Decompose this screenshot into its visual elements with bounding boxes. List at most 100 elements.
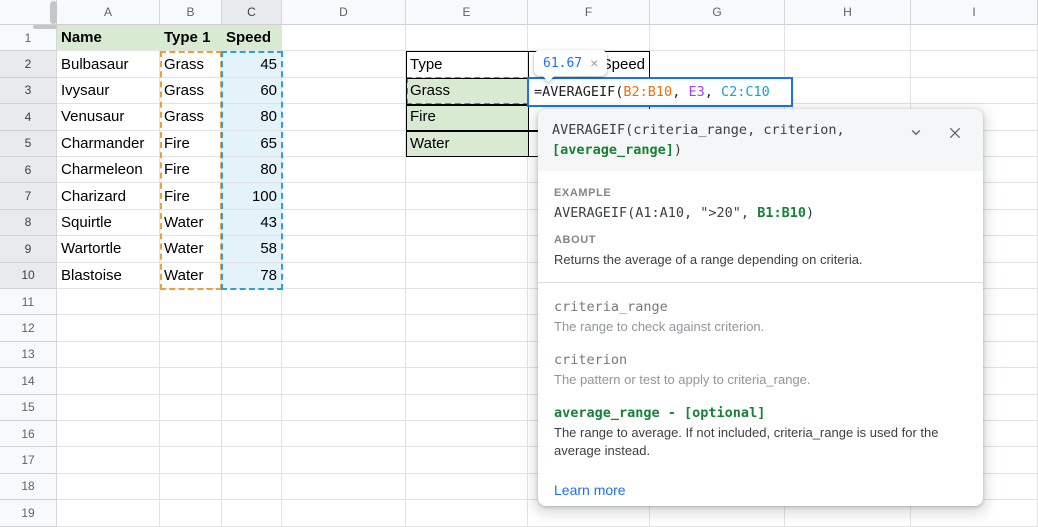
cell-B9[interactable]: Water — [160, 236, 222, 262]
cell-E3[interactable]: Grass — [406, 78, 528, 104]
cell-C6[interactable]: 80 — [222, 157, 282, 183]
row-header-15[interactable]: 15 — [0, 395, 57, 421]
cell-E6[interactable] — [406, 157, 528, 183]
cell-C17[interactable] — [222, 447, 282, 473]
row-header-6[interactable]: 6 — [0, 157, 57, 183]
cell-D13[interactable] — [282, 342, 406, 368]
cell-C4[interactable]: 80 — [222, 104, 282, 130]
freeze-row-handle[interactable] — [33, 25, 57, 29]
cell-B2[interactable]: Grass — [160, 51, 222, 77]
cell-A17[interactable] — [57, 447, 160, 473]
cell-B4[interactable]: Grass — [160, 104, 222, 130]
cell-E14[interactable] — [406, 368, 528, 394]
cell-D6[interactable] — [282, 157, 406, 183]
cell-G1[interactable] — [650, 25, 785, 51]
cell-D3[interactable] — [282, 78, 406, 104]
cell-E11[interactable] — [406, 289, 528, 315]
cell-B19[interactable] — [160, 500, 222, 526]
cell-D7[interactable] — [282, 183, 406, 209]
cell-A4[interactable]: Venusaur — [57, 104, 160, 130]
cell-E18[interactable] — [406, 474, 528, 500]
cell-E4[interactable]: Fire — [406, 104, 528, 130]
cell-C1[interactable]: Speed — [222, 25, 282, 51]
cell-F1[interactable] — [528, 25, 650, 51]
column-header-I[interactable]: I — [911, 0, 1038, 25]
corner-select-all[interactable] — [0, 0, 57, 25]
row-header-5[interactable]: 5 — [0, 131, 57, 157]
cell-C5[interactable]: 65 — [222, 131, 282, 157]
chevron-down-icon[interactable] — [907, 123, 925, 141]
cell-E10[interactable] — [406, 263, 528, 289]
cell-A7[interactable]: Charizard — [57, 183, 160, 209]
cell-B12[interactable] — [160, 315, 222, 341]
cell-B15[interactable] — [160, 395, 222, 421]
cell-A15[interactable] — [57, 395, 160, 421]
cell-D5[interactable] — [282, 131, 406, 157]
cell-A5[interactable]: Charmander — [57, 131, 160, 157]
cell-D16[interactable] — [282, 421, 406, 447]
learn-more-link[interactable]: Learn more — [554, 482, 626, 498]
cell-C12[interactable] — [222, 315, 282, 341]
cell-A10[interactable]: Blastoise — [57, 263, 160, 289]
cell-E15[interactable] — [406, 395, 528, 421]
cell-H2[interactable] — [785, 51, 911, 77]
cell-B7[interactable]: Fire — [160, 183, 222, 209]
cell-A3[interactable]: Ivysaur — [57, 78, 160, 104]
cell-C3[interactable]: 60 — [222, 78, 282, 104]
cell-E19[interactable] — [406, 500, 528, 526]
cell-A16[interactable] — [57, 421, 160, 447]
cell-E9[interactable] — [406, 236, 528, 262]
column-header-F[interactable]: F — [528, 0, 650, 25]
column-header-C[interactable]: C — [222, 0, 282, 25]
cell-A8[interactable]: Squirtle — [57, 210, 160, 236]
cell-B1[interactable]: Type 1 — [160, 25, 222, 51]
cell-H1[interactable] — [785, 25, 911, 51]
cell-D9[interactable] — [282, 236, 406, 262]
cell-C8[interactable]: 43 — [222, 210, 282, 236]
cell-B6[interactable]: Fire — [160, 157, 222, 183]
cell-E17[interactable] — [406, 447, 528, 473]
cell-B16[interactable] — [160, 421, 222, 447]
cell-D8[interactable] — [282, 210, 406, 236]
cell-B18[interactable] — [160, 474, 222, 500]
cell-C19[interactable] — [222, 500, 282, 526]
cell-E13[interactable] — [406, 342, 528, 368]
cell-C18[interactable] — [222, 474, 282, 500]
cell-C11[interactable] — [222, 289, 282, 315]
row-header-7[interactable]: 7 — [0, 183, 57, 209]
cell-A13[interactable] — [57, 342, 160, 368]
cell-A19[interactable] — [57, 500, 160, 526]
cell-D11[interactable] — [282, 289, 406, 315]
row-header-17[interactable]: 17 — [0, 447, 57, 473]
cell-A6[interactable]: Charmeleon — [57, 157, 160, 183]
row-header-12[interactable]: 12 — [0, 315, 57, 341]
row-header-11[interactable]: 11 — [0, 289, 57, 315]
cell-A2[interactable]: Bulbasaur — [57, 51, 160, 77]
cell-C16[interactable] — [222, 421, 282, 447]
cell-D17[interactable] — [282, 447, 406, 473]
cell-B14[interactable] — [160, 368, 222, 394]
row-header-10[interactable]: 10 — [0, 263, 57, 289]
cell-A1[interactable]: Name — [57, 25, 160, 51]
cell-D15[interactable] — [282, 395, 406, 421]
cell-G2[interactable] — [650, 51, 785, 77]
row-header-18[interactable]: 18 — [0, 474, 57, 500]
cell-B8[interactable]: Water — [160, 210, 222, 236]
cell-C9[interactable]: 58 — [222, 236, 282, 262]
cell-A9[interactable]: Wartortle — [57, 236, 160, 262]
cell-H3[interactable] — [785, 78, 911, 104]
close-icon[interactable] — [947, 125, 963, 141]
cell-B10[interactable]: Water — [160, 263, 222, 289]
row-header-4[interactable]: 4 — [0, 104, 57, 130]
freeze-column-handle[interactable] — [50, 1, 57, 24]
cell-C2[interactable]: 45 — [222, 51, 282, 77]
row-header-13[interactable]: 13 — [0, 342, 57, 368]
cell-A14[interactable] — [57, 368, 160, 394]
cell-B17[interactable] — [160, 447, 222, 473]
cell-C14[interactable] — [222, 368, 282, 394]
cell-I1[interactable] — [911, 25, 1038, 51]
cell-D14[interactable] — [282, 368, 406, 394]
preview-close-icon[interactable]: × — [590, 56, 598, 70]
cell-D19[interactable] — [282, 500, 406, 526]
row-header-14[interactable]: 14 — [0, 368, 57, 394]
